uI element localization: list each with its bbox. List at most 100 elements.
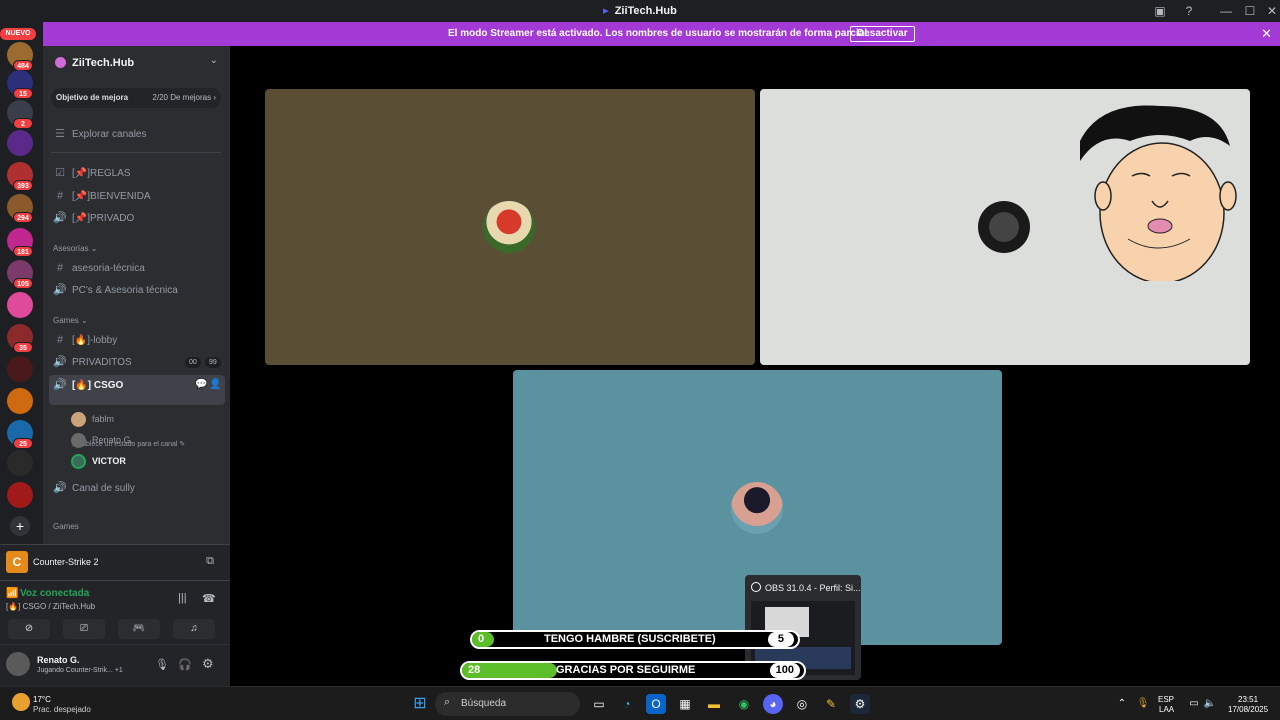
server-icon[interactable]: 25 xyxy=(7,420,33,449)
server-icon[interactable] xyxy=(7,292,33,318)
server-icon[interactable]: 15 xyxy=(7,70,33,99)
help-icon[interactable]: ? xyxy=(1181,3,1197,19)
category-games-2[interactable]: Games xyxy=(53,522,79,531)
category-asesorias[interactable]: Asesorías ⌄ xyxy=(53,244,98,253)
weather-icon[interactable] xyxy=(12,693,30,711)
chrome-icon[interactable]: ◉ xyxy=(734,694,754,714)
server-icon[interactable] xyxy=(7,356,33,382)
channel-label: [🔥]-lobby xyxy=(72,335,118,346)
tray-chevron-icon[interactable]: ⌃ xyxy=(1112,694,1132,714)
server-icon[interactable]: 105 xyxy=(7,260,33,289)
noise-suppression-icon[interactable]: ||| xyxy=(178,592,187,604)
close-window-icon[interactable]: ✕ xyxy=(1264,3,1280,19)
channel-reglas[interactable]: ☑ [📌]REGLAS xyxy=(49,163,225,183)
language-primary[interactable]: ESP xyxy=(1158,695,1174,705)
voice-user[interactable]: fablm xyxy=(71,410,114,428)
channel-label: [🔥] CSGO xyxy=(72,380,124,391)
camera-off-button[interactable]: ⊘ xyxy=(8,619,50,639)
channel-sully[interactable]: 🔊 Canal de sully xyxy=(49,478,225,498)
notes-icon[interactable]: ✎ xyxy=(821,694,841,714)
disconnect-icon[interactable]: ☎ xyxy=(202,592,216,605)
activity-panel[interactable]: C Counter-Strike 2 ⧉ xyxy=(0,544,230,580)
channel-bienvenida[interactable]: # [📌]BIENVENIDA xyxy=(49,186,225,206)
channel-pcs[interactable]: 🔊 PC's & Asesoria técnica xyxy=(49,280,225,300)
video-tile[interactable] xyxy=(265,89,755,365)
soundboard-button[interactable]: ♫ xyxy=(173,619,215,639)
user-status: Jugando Counter-Strik... +1 xyxy=(37,667,123,674)
file-explorer-icon[interactable]: ▬ xyxy=(704,694,724,714)
explore-label: Explorar canales xyxy=(72,129,147,140)
server-badge: 393 xyxy=(13,180,33,191)
headphones-icon[interactable]: 🎧 xyxy=(178,658,192,671)
speaker-icon: 🔊 xyxy=(53,284,67,296)
discord-icon[interactable]: ◕ xyxy=(763,694,783,714)
screen-share-icon[interactable]: ⧉ xyxy=(206,555,214,568)
chat-icon[interactable]: 💬 xyxy=(195,375,207,395)
clock-date[interactable]: 17/08/2025 xyxy=(1228,705,1268,715)
server-icon[interactable]: 35 xyxy=(7,324,33,353)
add-user-icon[interactable]: 👤 xyxy=(209,375,221,395)
channel-label: PRIVADITOS xyxy=(72,357,132,368)
share-screen-button[interactable]: ⎚ xyxy=(63,619,105,639)
volume-icon[interactable]: 🔈 xyxy=(1200,694,1220,714)
voice-user-name: fablm xyxy=(92,414,115,424)
add-server-icon[interactable]: + xyxy=(10,516,30,536)
channel-label: asesoria-técnica xyxy=(72,263,145,274)
avatar xyxy=(483,201,535,253)
outlook-icon[interactable]: O xyxy=(646,694,666,714)
maximize-icon[interactable]: ☐ xyxy=(1242,3,1258,19)
speaker-icon: 🔊 xyxy=(53,212,67,224)
obs-app-icon[interactable]: ◎ xyxy=(792,694,812,714)
steam-icon[interactable]: ⚙ xyxy=(850,694,870,714)
task-view-icon[interactable]: ▭ xyxy=(589,694,609,714)
boost-goal[interactable]: Objetivo de mejora 2/20 De mejoras › xyxy=(51,88,221,108)
category-games[interactable]: Games ⌄ xyxy=(53,316,88,325)
close-icon[interactable]: ✕ xyxy=(1261,26,1272,42)
server-icon[interactable]: 2 xyxy=(7,100,33,129)
server-icon[interactable]: 294 xyxy=(7,194,33,223)
channel-privaditos[interactable]: 🔊 PRIVADITOS 00 99 xyxy=(49,352,225,372)
voice-user[interactable]: Renato G. xyxy=(71,431,133,449)
avatar[interactable] xyxy=(6,652,30,676)
microphone-icon[interactable]: 🎙 xyxy=(155,658,169,671)
minimize-icon[interactable]: — xyxy=(1218,3,1234,19)
channel-privado[interactable]: 🔊 [📌]PRIVADO xyxy=(49,208,225,228)
deactivate-button[interactable]: Desactivar xyxy=(850,26,915,42)
game-icon: C xyxy=(6,551,28,573)
channel-label: [📌]PRIVADO xyxy=(72,213,135,224)
channel-label: [📌]REGLAS xyxy=(72,168,131,179)
store-icon[interactable]: ▦ xyxy=(675,694,695,714)
server-badge: 15 xyxy=(13,88,33,99)
channel-asesoria-tecnica[interactable]: # asesoria-técnica xyxy=(49,258,225,278)
language-secondary[interactable]: LAA xyxy=(1159,705,1174,715)
server-icon[interactable] xyxy=(7,450,33,476)
server-icon[interactable]: 181 xyxy=(7,228,33,257)
tray-mic-icon[interactable]: 🎙 xyxy=(1133,694,1153,714)
goal-label: TENGO HAMBRE (SUSCRIBETE) xyxy=(544,633,716,645)
server-icon[interactable] xyxy=(7,482,33,508)
settings-gear-icon[interactable]: ⚙ xyxy=(202,656,214,672)
inbox-icon[interactable]: ▣ xyxy=(1152,3,1168,19)
channel-sidebar: ZiiTech.Hub ⌄ Objetivo de mejora 2/20 De… xyxy=(43,46,230,544)
boost-goal-label: Objetivo de mejora xyxy=(56,93,129,102)
channel-lobby[interactable]: # [🔥]-lobby xyxy=(49,330,225,350)
goal-bar-follow: 28 GRACIAS POR SEGUIRME 100 xyxy=(460,661,806,680)
server-icon[interactable] xyxy=(7,130,33,156)
voice-channel[interactable]: [🔥] CSGO / ZiiTech.Hub xyxy=(6,602,95,611)
clock-time[interactable]: 23:51 xyxy=(1238,695,1258,705)
activities-button[interactable]: 🎮 xyxy=(118,619,160,639)
voice-user[interactable]: VICTOR xyxy=(71,452,126,470)
video-tile[interactable] xyxy=(760,89,1250,365)
server-icon[interactable] xyxy=(7,388,33,414)
server-badge: 294 xyxy=(13,212,33,223)
server-icon[interactable]: 393 xyxy=(7,162,33,191)
explore-channels[interactable]: ☰ Explorar canales xyxy=(49,124,225,144)
taskbar-search[interactable]: ⌕ Búsqueda xyxy=(435,692,580,716)
avatar xyxy=(71,433,86,449)
windows-start-icon[interactable]: ⊞ xyxy=(410,694,430,714)
guild-header[interactable]: ZiiTech.Hub ⌄ xyxy=(43,46,230,78)
server-icon[interactable]: 484 xyxy=(7,42,33,71)
edge-icon[interactable]: ◔ xyxy=(617,694,637,714)
window-titlebar: ▸ ZiiTech.Hub ▣ ? — ☐ ✕ xyxy=(0,0,1280,22)
channel-csgo[interactable]: 🔊 [🔥] CSGO 💬 👤 xyxy=(49,375,225,405)
